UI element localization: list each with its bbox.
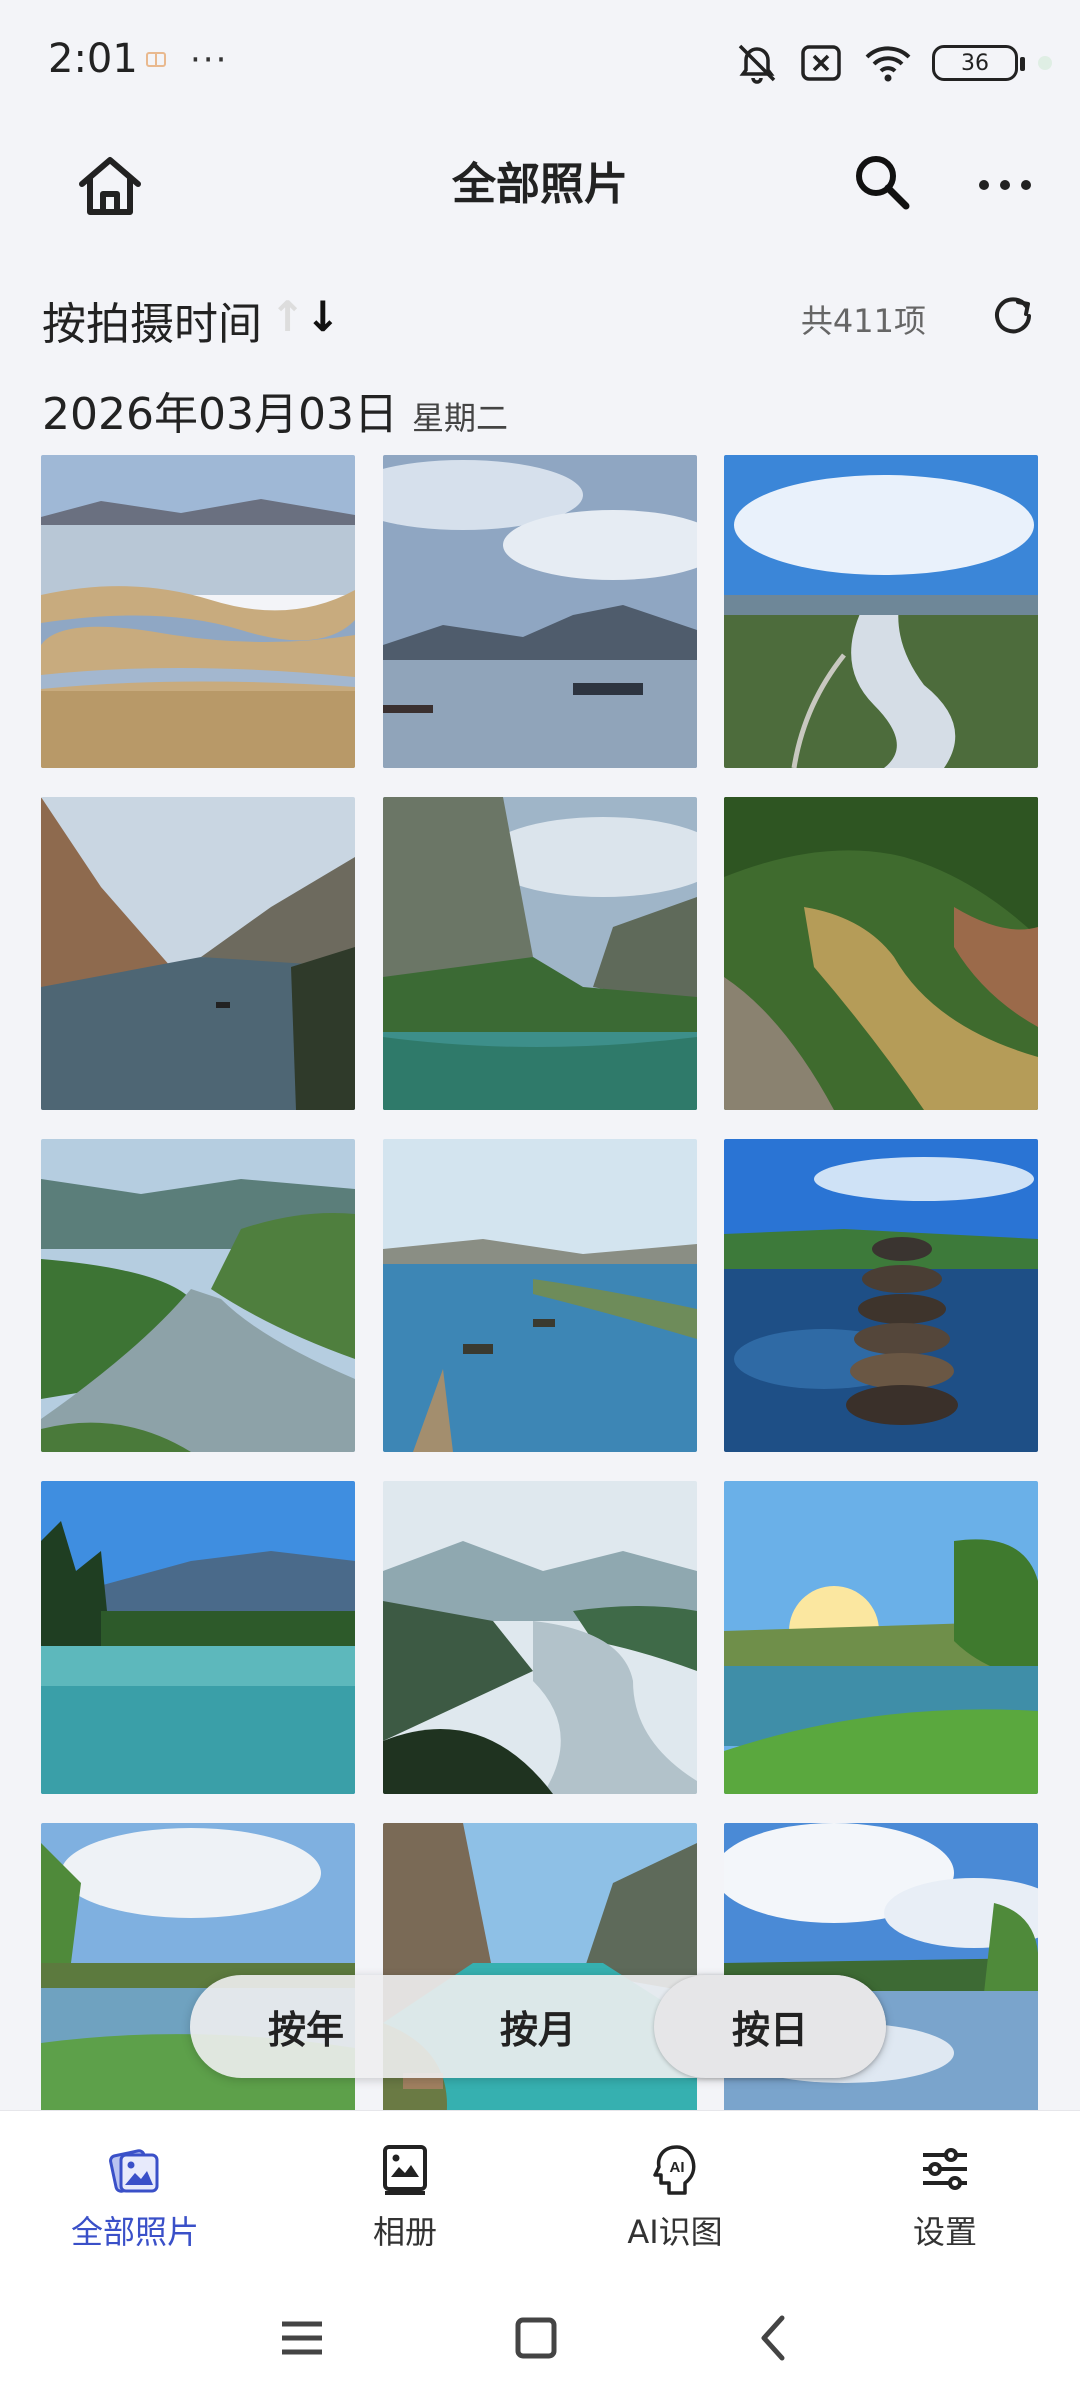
page-title: 全部照片 <box>452 159 628 210</box>
top-bar: 全部照片 <box>0 128 1080 238</box>
nav-album[interactable]: 相册 <box>305 2141 505 2261</box>
album-icon <box>383 2145 427 2195</box>
nav-ai-recognition[interactable]: AI AI识图 <box>575 2141 775 2261</box>
nav-label: 设置 <box>912 2213 977 2251</box>
photo-thumbnail[interactable] <box>41 797 355 1110</box>
battery-level: 36 <box>961 50 989 76</box>
status-dot <box>1038 56 1052 70</box>
scale-switch: 按年 按月 按日 <box>190 1975 886 2078</box>
sort-mode-button[interactable]: 按拍摄时间 <box>42 288 262 352</box>
photo-thumbnail[interactable] <box>383 455 697 768</box>
mute-vibrate-icon <box>738 44 776 84</box>
back-icon[interactable] <box>744 2308 804 2368</box>
refresh-icon[interactable] <box>990 292 1036 338</box>
by-day-button[interactable]: 按日 <box>654 1975 886 2078</box>
photo-thumbnail[interactable] <box>41 1481 355 1794</box>
bottom-nav: 全部照片 相册 AI AI识图 设置 <box>0 2110 1080 2271</box>
system-nav-bar <box>0 2270 1080 2400</box>
by-year-button[interactable]: 按年 <box>190 1975 422 2078</box>
battery-indicator: 36 <box>932 45 1025 81</box>
nav-label: 相册 <box>372 2213 437 2251</box>
more-icon[interactable] <box>970 150 1040 220</box>
nav-settings[interactable]: 设置 <box>845 2141 1045 2261</box>
photo-thumbnail[interactable] <box>41 1139 355 1452</box>
photo-grid <box>0 455 1080 2110</box>
weekday-label: 星期二 <box>411 399 508 437</box>
photo-count: 共411项 <box>800 302 926 340</box>
photo-thumbnail[interactable] <box>724 1481 1038 1794</box>
status-bar: 2:01 ··· 36 <box>0 0 1080 128</box>
photos-icon <box>109 2149 159 2193</box>
settings-icon <box>923 2148 967 2190</box>
svg-text:AI: AI <box>670 2159 685 2176</box>
photo-thumbnail[interactable] <box>724 797 1038 1110</box>
by-month-button[interactable]: 按月 <box>422 1975 654 2078</box>
photo-thumbnail[interactable] <box>724 1139 1038 1452</box>
ai-icon: AI <box>653 2145 696 2195</box>
nav-all-photos[interactable]: 全部照片 <box>35 2141 235 2261</box>
photo-thumbnail[interactable] <box>383 1139 697 1452</box>
nav-label: 全部照片 <box>70 2213 199 2251</box>
date-group-header: 2026年03月03日 星期二 <box>42 378 508 442</box>
status-icons: 36 <box>734 38 1052 88</box>
recent-apps-icon[interactable] <box>272 2308 332 2368</box>
status-time: 2:01 <box>48 36 138 82</box>
wifi-icon <box>865 46 911 82</box>
date-label: 2026年03月03日 <box>42 389 398 440</box>
sort-order-icon[interactable]: ↑↓ <box>270 292 340 341</box>
nav-label: AI识图 <box>627 2213 723 2251</box>
home-nav-icon[interactable] <box>506 2308 566 2368</box>
sort-row: 按拍摄时间 ↑↓ 共411项 <box>0 270 1080 360</box>
search-icon[interactable] <box>848 148 918 218</box>
app-notification-icon <box>146 52 166 67</box>
photo-thumbnail[interactable] <box>383 1481 697 1794</box>
photo-thumbnail[interactable] <box>724 455 1038 768</box>
status-more-icon: ··· <box>190 40 229 80</box>
photo-thumbnail[interactable] <box>383 797 697 1110</box>
photo-thumbnail[interactable] <box>41 455 355 768</box>
no-sim-icon <box>801 45 841 81</box>
